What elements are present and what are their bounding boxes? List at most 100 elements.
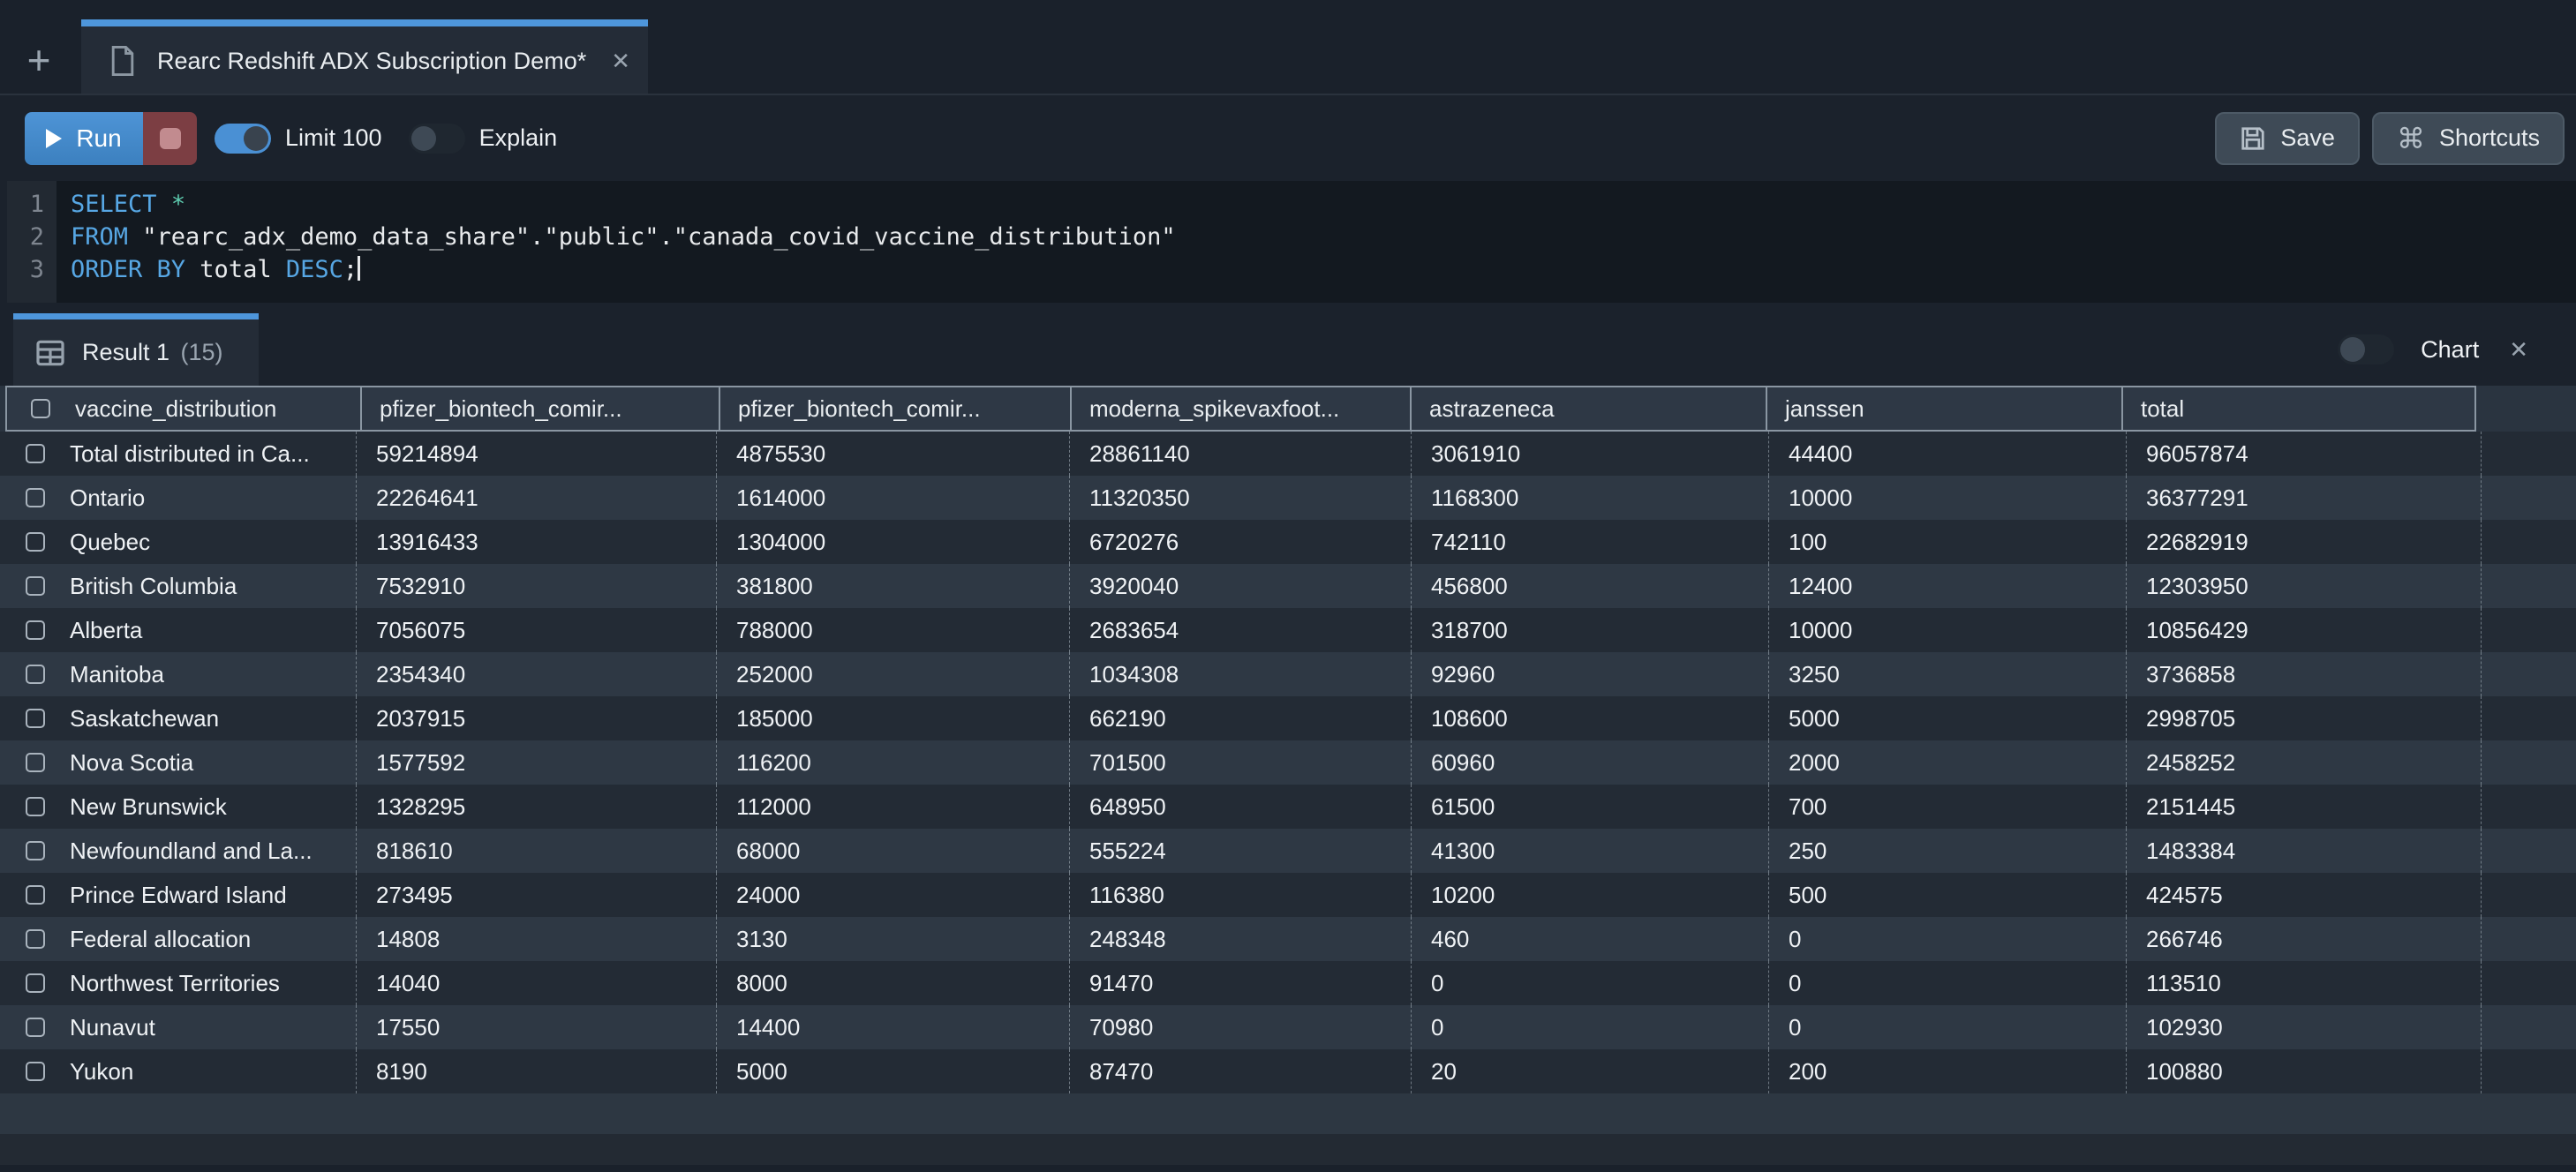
code-line[interactable]: 3ORDER BY total DESC; xyxy=(7,253,2576,286)
save-button[interactable]: Save xyxy=(2215,112,2360,165)
row-checkbox[interactable] xyxy=(26,1018,45,1037)
value-cell: 0 xyxy=(1412,1005,1769,1049)
select-all-checkbox[interactable] xyxy=(31,399,50,418)
row-checkbox[interactable] xyxy=(26,885,45,905)
column-header-total[interactable]: total xyxy=(2121,386,2476,432)
result-tab[interactable]: Result 1 (15) xyxy=(13,313,259,386)
code-line[interactable]: 1SELECT * xyxy=(7,188,2576,221)
row-checkbox[interactable] xyxy=(26,576,45,596)
row-label-cell: Prince Edward Island xyxy=(0,873,357,917)
value-cell: 7532910 xyxy=(357,564,717,608)
cell-text: 87470 xyxy=(1089,1058,1153,1086)
column-header-moderna-spikevaxfoot[interactable]: moderna_spikevaxfoot... xyxy=(1070,386,1412,432)
column-header-vaccine-distribution[interactable]: vaccine_distribution xyxy=(5,386,362,432)
table-row[interactable]: Saskatchewan2037915185000662190108600500… xyxy=(0,696,2576,740)
text-cursor xyxy=(358,256,360,281)
value-cell: 5000 xyxy=(1769,696,2127,740)
row-checkbox[interactable] xyxy=(26,841,45,860)
cell-text: 318700 xyxy=(1431,617,1508,644)
table-row[interactable]: New Brunswick132829511200064895061500700… xyxy=(0,785,2576,829)
cell-text: Prince Edward Island xyxy=(70,882,287,909)
value-cell: 92960 xyxy=(1412,652,1769,696)
cell-text: Alberta xyxy=(70,617,142,644)
value-cell: 59214894 xyxy=(357,432,717,476)
row-checkbox[interactable] xyxy=(26,444,45,463)
cell-text: 1483384 xyxy=(2146,838,2235,865)
row-checkbox[interactable] xyxy=(26,973,45,993)
cell-text: 662190 xyxy=(1089,705,1166,732)
column-header-janssen[interactable]: janssen xyxy=(1766,386,2123,432)
cell-text: 3736858 xyxy=(2146,661,2235,688)
sql-editor[interactable]: 1SELECT *2FROM "rearc_adx_demo_data_shar… xyxy=(7,181,2576,303)
shortcuts-button[interactable]: ⌘ Shortcuts xyxy=(2372,112,2565,165)
table-row[interactable]: Quebec1391643313040006720276742110100226… xyxy=(0,520,2576,564)
value-cell: 0 xyxy=(1769,917,2127,961)
column-header-label: astrazeneca xyxy=(1429,395,1555,423)
table-row[interactable]: Federal allocation1480831302483484600266… xyxy=(0,917,2576,961)
table-row[interactable]: Total distributed in Ca...59214894487553… xyxy=(0,432,2576,476)
save-button-label: Save xyxy=(2280,124,2335,152)
row-checkbox[interactable] xyxy=(26,488,45,507)
table-body: Total distributed in Ca...59214894487553… xyxy=(0,432,2576,1093)
value-cell: 266746 xyxy=(2127,917,2482,961)
row-checkbox[interactable] xyxy=(26,753,45,772)
horizontal-scrollbar[interactable] xyxy=(0,1093,2576,1134)
cell-text: 0 xyxy=(1431,970,1443,997)
row-checkbox[interactable] xyxy=(26,797,45,816)
table-row[interactable]: Manitoba23543402520001034308929603250373… xyxy=(0,652,2576,696)
table-row[interactable]: Ontario222646411614000113203501168300100… xyxy=(0,476,2576,520)
cell-text: 3250 xyxy=(1789,661,1840,688)
results-header-controls: Chart ✕ xyxy=(2338,313,2532,386)
cell-text: 555224 xyxy=(1089,838,1166,865)
column-header-astrazeneca[interactable]: astrazeneca xyxy=(1410,386,1767,432)
results-close-icon[interactable]: ✕ xyxy=(2505,333,2532,367)
row-checkbox[interactable] xyxy=(26,665,45,684)
cell-text: 1168300 xyxy=(1431,485,1518,512)
tab-close-icon[interactable]: ✕ xyxy=(607,44,634,79)
value-cell: 700 xyxy=(1769,785,2127,829)
explain-toggle[interactable] xyxy=(409,124,465,154)
value-cell: 14400 xyxy=(717,1005,1070,1049)
cell-text: 0 xyxy=(1789,1014,1801,1041)
cell-text: 1614000 xyxy=(736,485,825,512)
table-row[interactable]: Prince Edward Island27349524000116380102… xyxy=(0,873,2576,917)
table-row[interactable]: Newfoundland and La...818610680005552244… xyxy=(0,829,2576,873)
value-cell: 3250 xyxy=(1769,652,2127,696)
row-checkbox[interactable] xyxy=(26,532,45,552)
value-cell: 70980 xyxy=(1070,1005,1412,1049)
stop-button[interactable] xyxy=(143,112,197,165)
cell-text: 116200 xyxy=(736,749,811,777)
column-header-pfizer-biontech-comir[interactable]: pfizer_biontech_comir... xyxy=(719,386,1072,432)
table-row[interactable]: Nova Scotia15775921162007015006096020002… xyxy=(0,740,2576,785)
row-label-cell: British Columbia xyxy=(0,564,357,608)
code-line[interactable]: 2FROM "rearc_adx_demo_data_share"."publi… xyxy=(7,221,2576,253)
cell-text: Total distributed in Ca... xyxy=(70,440,310,468)
limit-toggle[interactable] xyxy=(215,124,271,154)
value-cell: 10000 xyxy=(1769,608,2127,652)
row-checkbox[interactable] xyxy=(26,709,45,728)
row-checkbox[interactable] xyxy=(26,1062,45,1081)
editor-tab[interactable]: Rearc Redshift ADX Subscription Demo* ✕ xyxy=(81,19,648,95)
cell-text: 252000 xyxy=(736,661,813,688)
cell-text: 456800 xyxy=(1431,573,1508,600)
value-cell: 2458252 xyxy=(2127,740,2482,785)
value-cell: 6720276 xyxy=(1070,520,1412,564)
column-header-pfizer-biontech-comir[interactable]: pfizer_biontech_comir... xyxy=(360,386,720,432)
row-checkbox[interactable] xyxy=(26,929,45,949)
cell-text: Nova Scotia xyxy=(70,749,193,777)
table-row[interactable]: British Columbia753291038180039200404568… xyxy=(0,564,2576,608)
value-cell: 273495 xyxy=(357,873,717,917)
new-tab-button[interactable]: + xyxy=(19,42,58,81)
row-checkbox[interactable] xyxy=(26,620,45,640)
table-row[interactable]: Yukon819050008747020200100880 xyxy=(0,1049,2576,1093)
value-cell: 185000 xyxy=(717,696,1070,740)
table-row[interactable]: Nunavut17550144007098000102930 xyxy=(0,1005,2576,1049)
table-row[interactable]: Northwest Territories1404080009147000113… xyxy=(0,961,2576,1005)
cell-text: 5000 xyxy=(1789,705,1840,732)
line-number: 1 xyxy=(7,188,56,221)
table-row[interactable]: Alberta705607578800026836543187001000010… xyxy=(0,608,2576,652)
run-button[interactable]: Run xyxy=(25,112,143,165)
cell-text: 60960 xyxy=(1431,749,1495,777)
chart-toggle[interactable] xyxy=(2338,334,2394,364)
toggle-knob xyxy=(244,126,268,151)
